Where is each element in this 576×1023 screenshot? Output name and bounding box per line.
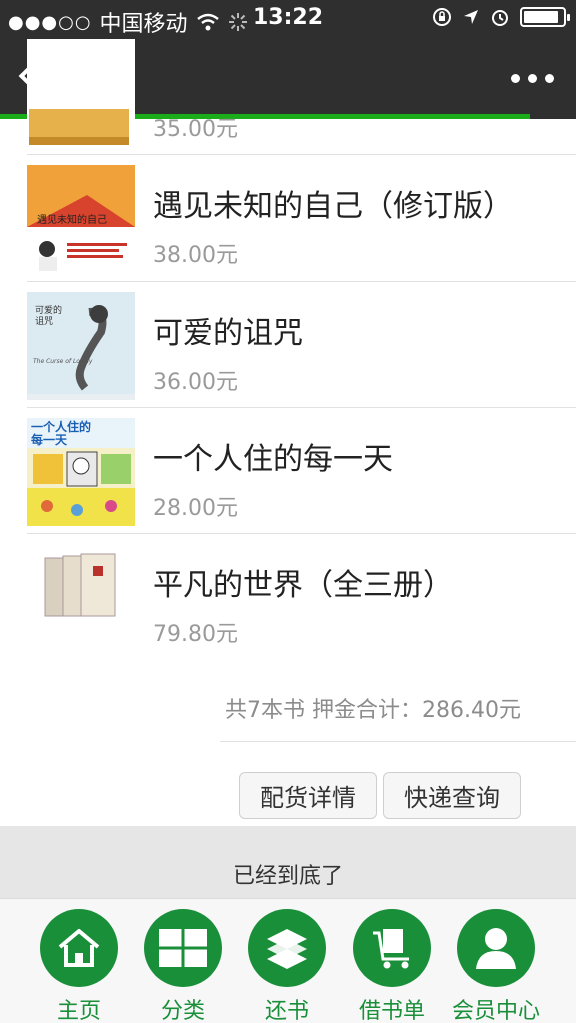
book-title: 遇见未知的自己（修订版） xyxy=(153,189,513,224)
location-arrow-icon xyxy=(464,10,478,24)
list-item[interactable]: 35.00元 xyxy=(0,29,576,155)
tab-label: 借书单 xyxy=(358,999,425,1023)
express-query-button[interactable]: 快递查询 xyxy=(383,772,521,819)
book-cover: 遇见未知的自己 xyxy=(27,165,135,273)
list-item[interactable]: 平凡的世界（全三册） 79.80元 xyxy=(0,534,576,660)
list-item[interactable]: 一个人住的每一天 一个人住的每一天 28.00元 xyxy=(0,408,576,534)
book-title: 平凡的世界（全三册） xyxy=(153,568,453,603)
rotation-lock-icon xyxy=(433,8,451,26)
tab-category[interactable]: 分类 xyxy=(131,909,235,1023)
books-stack-icon xyxy=(248,909,326,987)
tab-borrow-list[interactable]: 借书单 xyxy=(340,909,444,1023)
tab-member-center[interactable]: 会员中心 xyxy=(444,909,548,1023)
book-cover-title: 遇见未知的自己 xyxy=(37,215,107,226)
list-item[interactable]: 可爱的诅咒 The Curse of Lovely 可爱的诅咒 36.00元 xyxy=(0,282,576,408)
book-price: 38.00元 xyxy=(153,243,238,268)
tab-label: 主页 xyxy=(56,999,101,1023)
tab-label: 分类 xyxy=(160,999,205,1023)
battery-level xyxy=(524,11,559,23)
tab-return-books[interactable]: 还书 xyxy=(235,909,339,1023)
end-of-list-text: 已经到底了 xyxy=(232,864,343,889)
tab-home[interactable]: 主页 xyxy=(27,909,131,1023)
delivery-details-button[interactable]: 配货详情 xyxy=(239,772,377,819)
alarm-icon xyxy=(492,10,508,26)
book-cover xyxy=(27,544,135,652)
end-of-list-area: 已经到底了 xyxy=(0,826,576,898)
divider xyxy=(220,741,576,742)
book-cover-title: 可爱的诅咒 xyxy=(35,306,63,327)
book-title: 一个人住的每一天 xyxy=(153,442,393,477)
home-icon xyxy=(40,909,118,987)
book-cover: 一个人住的每一天 xyxy=(27,418,135,526)
book-price: 28.00元 xyxy=(153,496,238,521)
grid-icon xyxy=(144,909,222,987)
bottom-tab-bar: 主页 分类 还书 借书单 会员中心 xyxy=(0,898,576,1023)
book-cover xyxy=(27,39,135,147)
book-price: 79.80元 xyxy=(153,622,238,647)
cart-icon xyxy=(353,909,431,987)
list-item[interactable]: 遇见未知的自己 遇见未知的自己（修订版） 38.00元 xyxy=(0,155,576,281)
book-title: 可爱的诅咒 xyxy=(153,316,303,351)
book-cover: 可爱的诅咒 The Curse of Lovely xyxy=(27,292,135,400)
book-price: 36.00元 xyxy=(153,370,238,395)
battery-icon xyxy=(520,7,570,27)
book-price: 35.00元 xyxy=(153,117,238,142)
user-icon xyxy=(457,909,535,987)
book-cover-title: 一个人住的每一天 xyxy=(31,420,92,447)
order-summary: 共7本书 押金合计：286.40元 xyxy=(225,698,521,723)
tab-label: 还书 xyxy=(264,999,309,1023)
tab-label: 会员中心 xyxy=(451,999,540,1023)
book-cover-subtitle: The Curse of Lovely xyxy=(33,358,93,365)
